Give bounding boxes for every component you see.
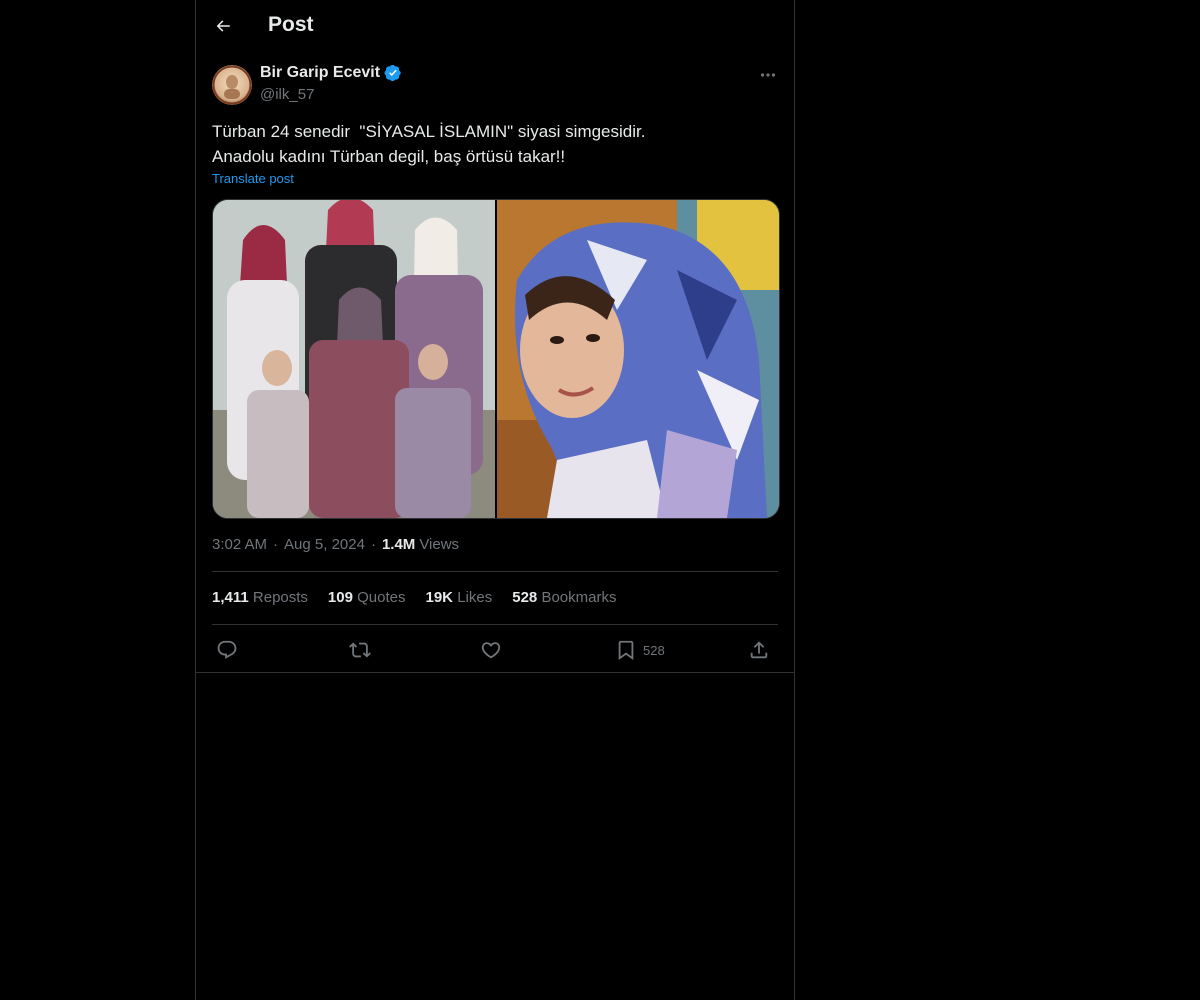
author-name-row[interactable]: Bir Garip Ecevit [260,64,402,82]
media-image-left[interactable] [213,200,495,518]
author-handle[interactable]: @ilk_57 [260,86,314,103]
action-bar: 528 [212,636,778,664]
arrow-left-icon [214,17,232,35]
post-column: Post Bir Garip Ecevit @ilk_57 Türban 24 … [195,0,795,1000]
translate-post-link[interactable]: Translate post [212,171,294,186]
reply-icon [216,639,238,661]
likes-label: Likes [457,589,493,606]
post-stats: 1,411 Reposts 109 Quotes 19K Likes 528 B… [212,589,616,606]
family-photo-illustration [213,200,495,518]
reply-button[interactable] [216,636,238,664]
repost-button[interactable] [349,636,371,664]
post-time[interactable]: 3:02 AM [212,536,267,553]
repost-icon [349,639,371,661]
likes-count: 19K [425,589,454,606]
divider [212,571,778,572]
quotes-label: Quotes [357,589,406,606]
views-label: Views [419,536,460,553]
bookmarks-count: 528 [512,589,538,606]
post-meta: 3:02 AM · Aug 5, 2024 · 1.4M Views [212,536,459,553]
divider [212,624,778,625]
post-text-line: Anadolu kadını Türban degil, baş örtüsü … [212,147,566,166]
likes-stat[interactable]: 19K Likes [426,589,493,606]
views-count[interactable]: 1.4M [382,536,415,553]
bookmark-icon [615,639,637,661]
reposts-count: 1,411 [212,589,249,606]
meta-separator: · [370,536,376,553]
back-button[interactable] [208,11,238,41]
bookmark-count: 528 [643,642,665,658]
more-button[interactable] [756,66,780,84]
quotes-count: 109 [327,589,353,606]
author-name[interactable]: Bir Garip Ecevit [260,64,380,82]
media-image-right[interactable] [497,200,779,518]
page-header: Post [196,0,794,54]
heart-icon [480,639,502,661]
meta-separator: · [273,536,279,553]
quotes-stat[interactable]: 109 Quotes [328,589,406,606]
post-media[interactable] [212,199,780,519]
page-title: Post [268,13,314,36]
share-icon [748,639,770,661]
post-text-line: Türban 24 senedir "SİYASAL İSLAMIN" siya… [212,122,646,141]
bookmarks-stat[interactable]: 528 Bookmarks [512,589,616,606]
bookmark-button[interactable]: 528 [615,636,665,664]
like-button[interactable] [480,636,502,664]
verified-badge-icon [384,64,402,82]
share-button[interactable] [748,636,770,664]
avatar[interactable] [212,65,252,105]
bookmarks-label: Bookmarks [541,589,617,606]
more-horizontal-icon [760,72,776,78]
portrait-photo-illustration [497,200,779,518]
post-bottom-divider [196,672,794,673]
reposts-stat[interactable]: 1,411 Reposts [212,589,308,606]
post-text: Türban 24 senedir "SİYASAL İSLAMIN" siya… [212,119,778,169]
reposts-label: Reposts [252,589,308,606]
post-date[interactable]: Aug 5, 2024 [284,536,365,553]
